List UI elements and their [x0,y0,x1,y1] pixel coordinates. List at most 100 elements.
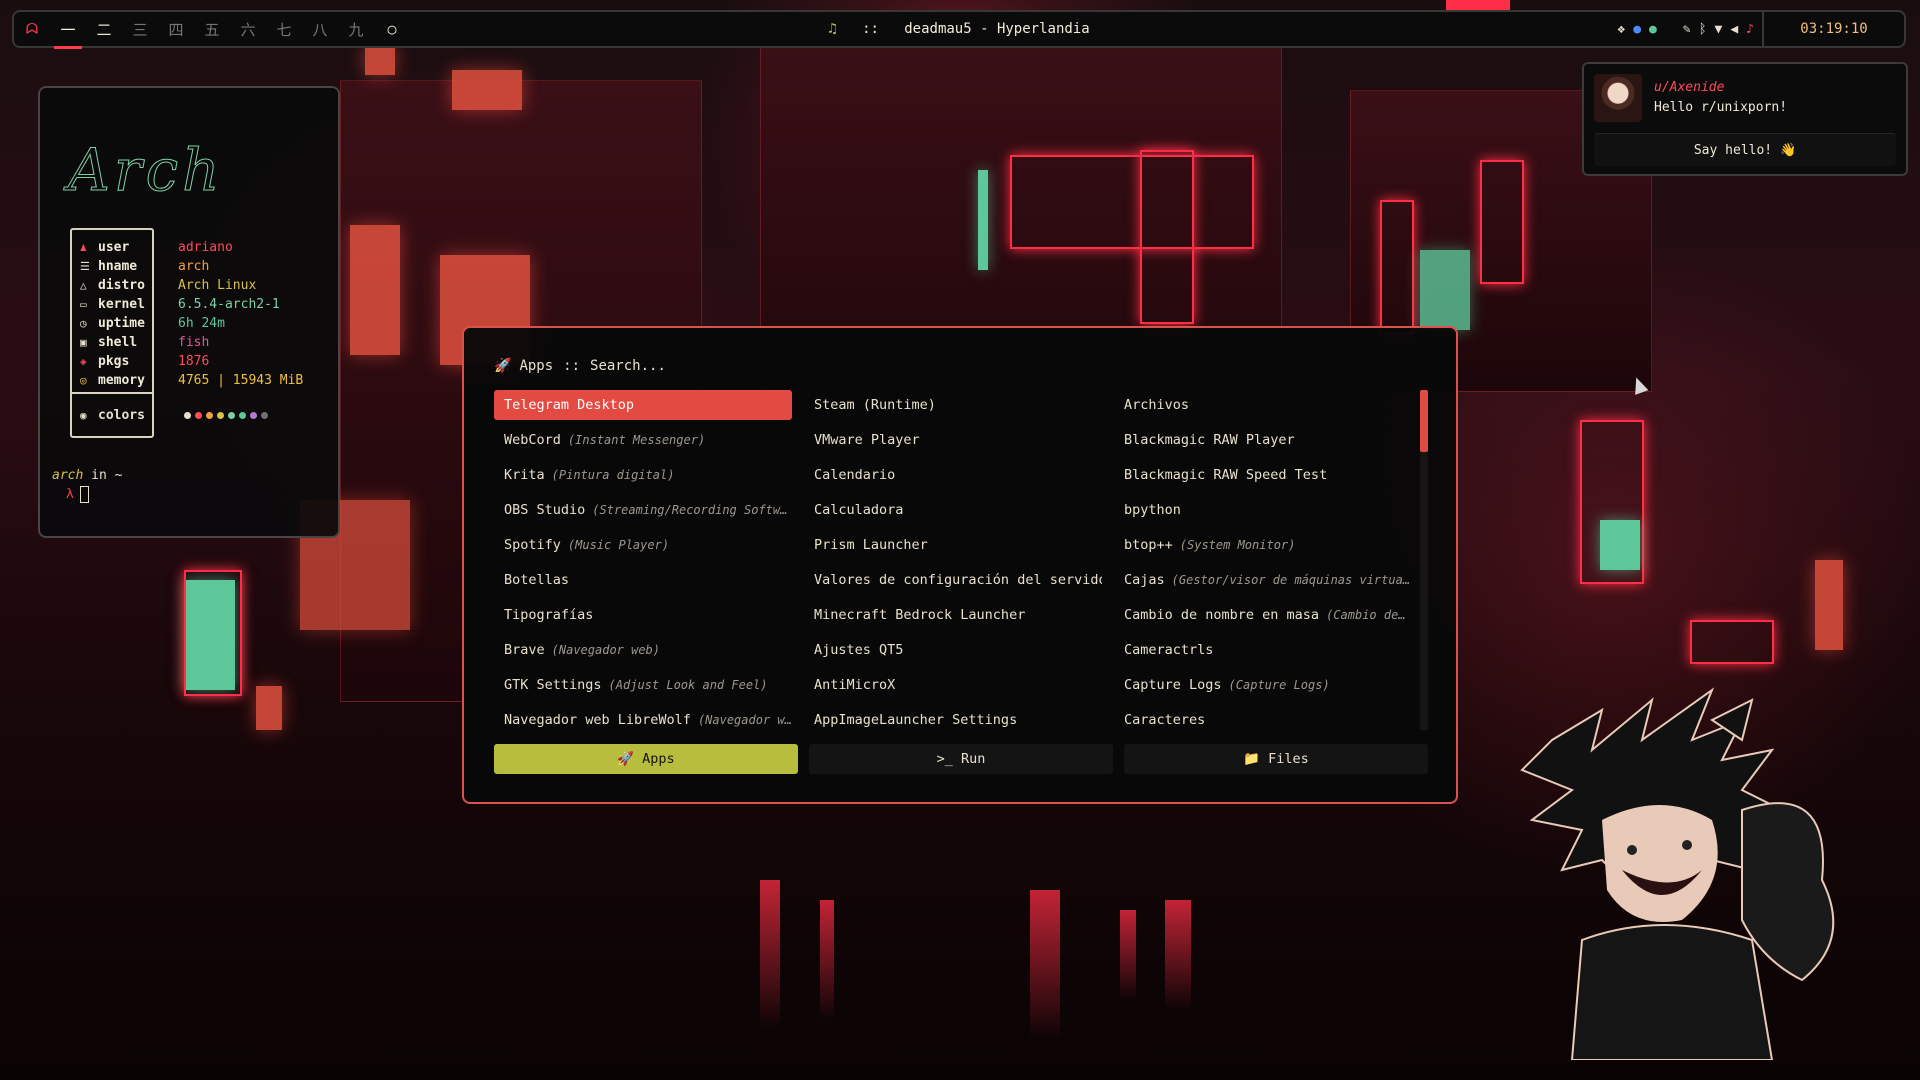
app-item[interactable]: Calendario [804,460,1102,490]
tab-apps[interactable]: 🚀 Apps [494,744,798,774]
user-icon: ♟ [80,241,87,254]
clock[interactable]: 03:19:10 [1762,12,1904,46]
info-row-uptime: ◷ uptime 6h 24m [80,314,303,333]
app-description: (Capture Logs) [1228,678,1330,692]
app-item[interactable]: Steam (Runtime) [804,390,1102,420]
app-item[interactable]: Caracteres [1114,705,1412,735]
workspace-3[interactable]: 三 [122,19,158,40]
app-item[interactable]: Cameractrls [1114,635,1412,665]
workspace-2[interactable]: 二 [86,19,122,40]
search-bar: 🚀 Apps :: [494,358,891,374]
app-name: Calculadora [814,502,904,518]
app-name: Tipografías [504,607,594,623]
app-item[interactable]: Telegram Desktop [494,390,792,420]
text-cursor [79,486,89,503]
workspace-6[interactable]: 六 [230,19,266,40]
info-value: 1876 [178,354,210,369]
app-item[interactable]: GTK Settings (Adjust Look and Feel) [494,670,792,700]
terminal-prompt-icon: >_ [936,751,953,767]
scrollbar[interactable] [1420,390,1428,730]
app-item[interactable]: Blackmagic RAW Speed Test [1114,460,1412,490]
arch-logo: Arch [67,136,224,205]
app-name: btop++ [1124,537,1173,553]
app-item[interactable]: Calculadora [804,495,1102,525]
app-name: Botellas [504,572,570,588]
prompt-user: arch [52,468,84,483]
app-item[interactable]: Navegador web LibreWolf (Navegador web) [494,705,792,735]
search-input[interactable] [590,358,891,374]
app-name: Spotify [504,537,561,553]
volume-icon[interactable]: ◀ [1730,22,1738,37]
app-item[interactable]: OBS Studio (Streaming/Recording Software) [494,495,792,525]
workspace-7[interactable]: 七 [266,19,302,40]
app-item[interactable]: Krita (Pintura digital) [494,460,792,490]
info-key: shell [98,335,138,350]
wallpaper-accent [1446,0,1510,10]
prompt-line[interactable]: λ [66,486,89,503]
app-item[interactable]: Tipografías [494,600,792,630]
app-item[interactable]: Brave (Navegador web) [494,635,792,665]
app-item[interactable]: VMware Player [804,425,1102,455]
scrollbar-thumb[interactable] [1420,390,1428,452]
info-row-distro: △ distro Arch Linux [80,276,303,295]
info-row-pkgs: ◈ pkgs 1876 [80,352,303,371]
spotify-icon[interactable]: ● [1649,22,1657,37]
overview-circle-icon[interactable]: ○ [374,20,410,38]
workspace-4[interactable]: 四 [158,19,194,40]
colors-label: colors [98,408,145,423]
laptop-icon: ▭ [80,298,87,311]
prompt-in: in [91,468,107,483]
app-item[interactable]: Botellas [494,565,792,595]
app-item[interactable]: Cambio de nombre en masa (Cambio de nombr… [1114,600,1412,630]
app-item[interactable]: Cajas (Gestor/visor de máquinas virtuales… [1114,565,1412,595]
app-item[interactable]: Archivos [1114,390,1412,420]
app-item[interactable]: Minecraft Bedrock Launcher [804,600,1102,630]
info-key: distro [98,278,145,293]
wifi-icon[interactable]: ▼ [1715,22,1723,37]
avatar [1594,74,1642,122]
app-description: (Adjust Look and Feel) [608,678,768,692]
app-description: (System Monitor) [1179,538,1296,552]
workspace-8[interactable]: 八 [302,19,338,40]
app-item[interactable]: AntiMicroX [804,670,1102,700]
workspace-9[interactable]: 九 [338,19,374,40]
divider [70,392,154,394]
app-item[interactable]: bpython [1114,495,1412,525]
notification-popup[interactable]: u/Axenide Hello r/unixporn! Say hello! 👋 [1582,62,1908,176]
pen-icon[interactable]: ✎ [1683,22,1691,37]
hostname-icon: ☰ [80,260,90,273]
info-key: memory [98,373,145,388]
say-hello-button[interactable]: Say hello! 👋 [1594,133,1896,166]
info-row-hname: ☰ hname arch [80,257,303,276]
bell-icon[interactable]: ♪ [1746,22,1754,37]
dropbox-icon[interactable]: ❖ [1617,22,1625,37]
app-item[interactable]: Valores de configuración del servidor ..… [804,565,1102,595]
bluetooth-icon[interactable]: ᛒ [1699,22,1707,37]
app-grid: Telegram Desktop Steam (Runtime) Archivo… [494,390,1424,742]
app-name: Cameractrls [1124,642,1214,658]
app-item[interactable]: AppImageLauncher Settings [804,705,1102,735]
ghost-icon[interactable]: ᗣ [14,20,50,38]
app-description: (Streaming/Recording Software) [592,503,792,517]
app-launcher: 🚀 Apps :: Telegram Desktop Steam (Runtim… [462,326,1458,804]
notification-message: Hello r/unixporn! [1654,100,1788,115]
tab-run[interactable]: >_ Run [809,744,1113,774]
fetch-terminal[interactable]: Arch ♟ user adriano ☰ hname arch △ distro Arch… [38,86,340,538]
workspace-1[interactable]: 一 [50,19,86,49]
info-value: 6.5.4-arch2-1 [178,297,280,312]
clock-icon: ◷ [80,317,87,330]
tab-files[interactable]: 📁 Files [1124,744,1428,774]
app-item[interactable]: WebCord (Instant Messenger) [494,425,792,455]
app-description: (Pintura digital) [551,468,675,482]
app-name: Prism Launcher [814,537,928,553]
app-item[interactable]: Spotify (Music Player) [494,530,792,560]
app-name: Calendario [814,467,896,483]
app-item[interactable]: Blackmagic RAW Player [1114,425,1412,455]
app-item[interactable]: btop++ (System Monitor) [1114,530,1412,560]
chrome-icon[interactable]: ● [1633,22,1641,37]
workspace-5[interactable]: 五 [194,19,230,40]
app-item[interactable]: Prism Launcher [804,530,1102,560]
info-row-memory: ◎ memory 4765 | 15943 MiB [80,371,303,390]
app-item[interactable]: Ajustes QT5 [804,635,1102,665]
app-item[interactable]: Capture Logs (Capture Logs) [1114,670,1412,700]
